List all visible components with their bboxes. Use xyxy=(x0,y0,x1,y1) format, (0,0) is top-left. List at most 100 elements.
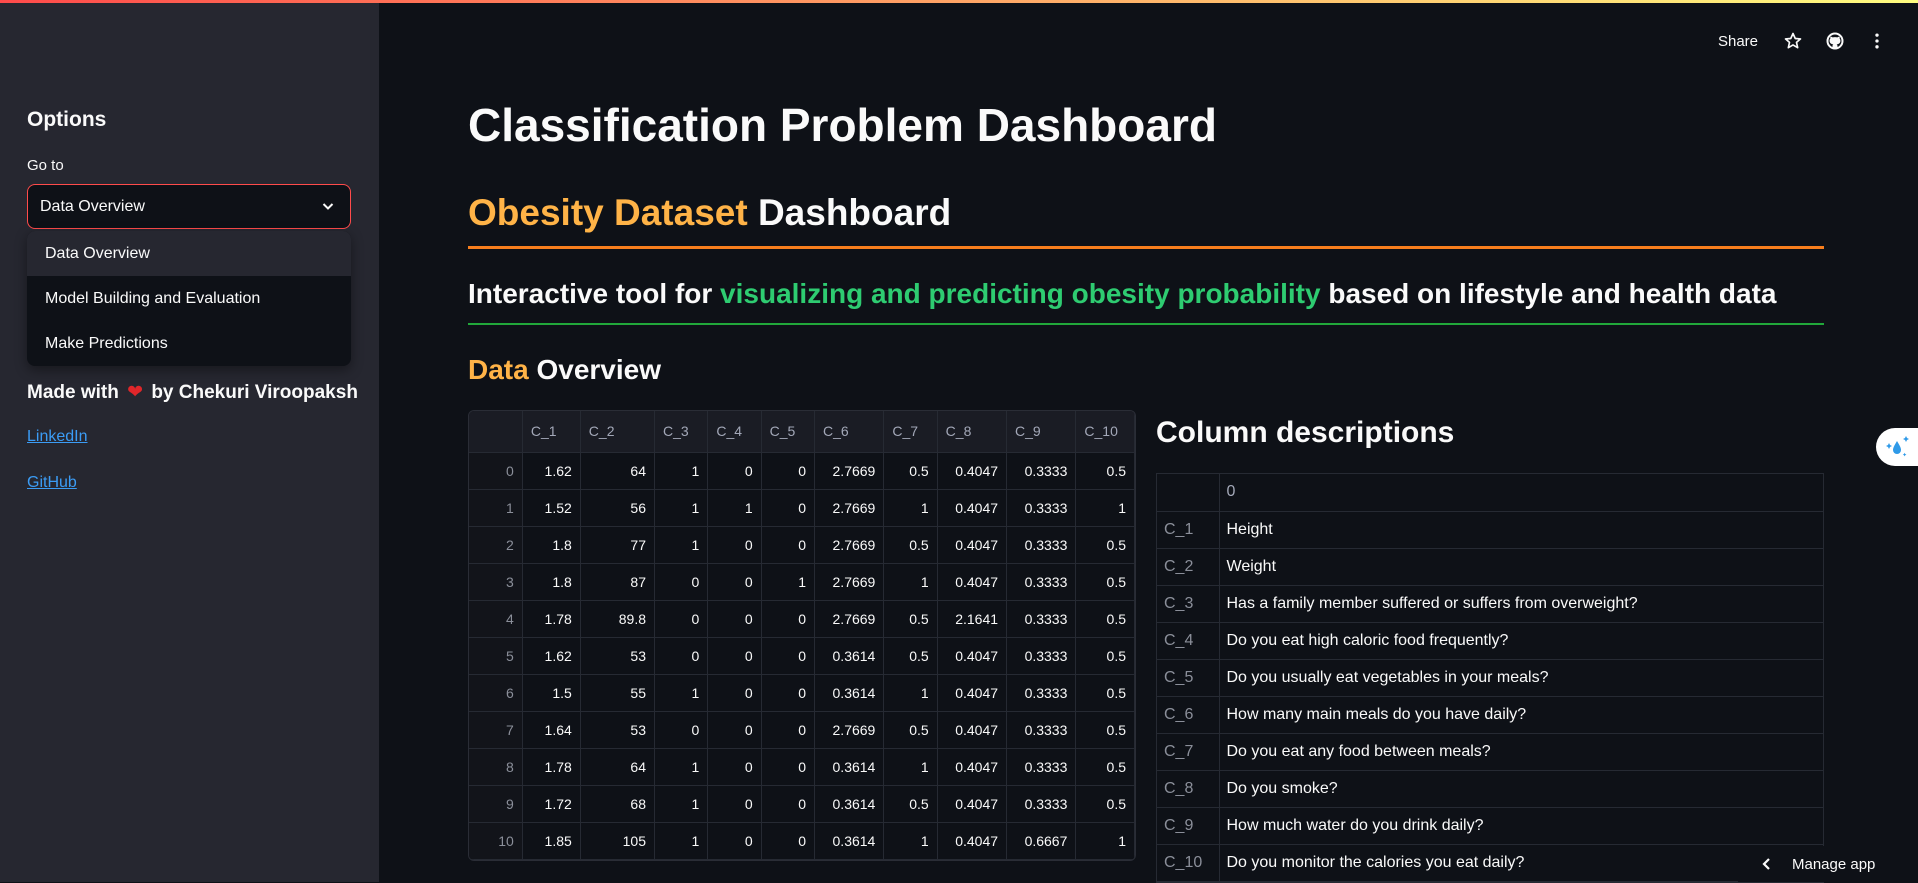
table-cell[interactable]: 0.3333 xyxy=(1007,674,1076,711)
table-cell[interactable]: 1 xyxy=(884,822,937,859)
table-cell[interactable]: 53 xyxy=(580,637,654,674)
share-button[interactable]: Share xyxy=(1718,33,1758,50)
index-header[interactable] xyxy=(469,411,522,452)
table-cell[interactable]: 1 xyxy=(884,489,937,526)
table-cell[interactable]: 105 xyxy=(580,822,654,859)
table-cell[interactable]: 1.64 xyxy=(522,711,580,748)
table-cell[interactable]: 0 xyxy=(708,563,761,600)
table-cell[interactable]: 0.4047 xyxy=(937,822,1006,859)
table-cell[interactable]: 0.4047 xyxy=(937,526,1006,563)
column-header[interactable]: C_7 xyxy=(884,411,937,452)
table-cell[interactable]: 0.5 xyxy=(884,526,937,563)
table-cell[interactable]: 1.62 xyxy=(522,637,580,674)
table-cell[interactable]: 1 xyxy=(761,563,814,600)
table-cell[interactable]: 1 xyxy=(708,489,761,526)
table-cell[interactable]: 0 xyxy=(761,785,814,822)
table-cell[interactable]: 0.5 xyxy=(884,711,937,748)
table-cell[interactable]: 1.85 xyxy=(522,822,580,859)
table-cell[interactable]: 0.3614 xyxy=(814,674,883,711)
table-cell[interactable]: 1 xyxy=(655,822,708,859)
table-cell[interactable]: 0.4047 xyxy=(937,489,1006,526)
table-cell[interactable]: 68 xyxy=(580,785,654,822)
table-cell[interactable]: 0.4047 xyxy=(937,785,1006,822)
table-cell[interactable]: 0 xyxy=(708,674,761,711)
table-cell[interactable]: 0 xyxy=(708,785,761,822)
table-cell[interactable]: 0.5 xyxy=(884,785,937,822)
page-select[interactable]: Data Overview xyxy=(27,184,351,229)
table-cell[interactable]: 0 xyxy=(708,822,761,859)
table-cell[interactable]: 2.7669 xyxy=(814,563,883,600)
table-cell[interactable]: 0.3333 xyxy=(1007,526,1076,563)
table-cell[interactable]: 1 xyxy=(884,563,937,600)
table-cell[interactable]: 1 xyxy=(655,489,708,526)
column-header[interactable]: C_6 xyxy=(814,411,883,452)
table-cell[interactable]: 0 xyxy=(655,637,708,674)
table-cell[interactable]: 0 xyxy=(761,637,814,674)
table-cell[interactable]: 0.4047 xyxy=(937,452,1006,489)
table-cell[interactable]: 1.72 xyxy=(522,785,580,822)
linkedin-link[interactable]: LinkedIn xyxy=(27,428,88,446)
table-cell[interactable]: 1.8 xyxy=(522,526,580,563)
table-cell[interactable]: 0.5 xyxy=(1076,452,1135,489)
table-cell[interactable]: 64 xyxy=(580,452,654,489)
table-cell[interactable]: 1.5 xyxy=(522,674,580,711)
table-cell[interactable]: 2.7669 xyxy=(814,600,883,637)
table-cell[interactable]: 2.7669 xyxy=(814,526,883,563)
table-cell[interactable]: 1 xyxy=(655,748,708,785)
table-cell[interactable]: 87 xyxy=(580,563,654,600)
table-cell[interactable]: 1 xyxy=(655,674,708,711)
table-cell[interactable]: 0.3333 xyxy=(1007,452,1076,489)
table-cell[interactable]: 0.5 xyxy=(1076,600,1135,637)
table-cell[interactable]: 0.5 xyxy=(1076,526,1135,563)
table-cell[interactable]: 0 xyxy=(761,489,814,526)
table-cell[interactable]: 1 xyxy=(1076,489,1135,526)
table-cell[interactable]: 0.3333 xyxy=(1007,637,1076,674)
table-cell[interactable]: 1.8 xyxy=(522,563,580,600)
table-cell[interactable]: 0 xyxy=(761,748,814,785)
table-cell[interactable]: 0 xyxy=(708,711,761,748)
table-cell[interactable]: 2.7669 xyxy=(814,711,883,748)
table-cell[interactable]: 0.3614 xyxy=(814,822,883,859)
sparkle-drop-widget[interactable] xyxy=(1876,428,1918,466)
table-cell[interactable]: 0.3614 xyxy=(814,785,883,822)
column-header[interactable]: C_9 xyxy=(1007,411,1076,452)
table-cell[interactable]: 0.5 xyxy=(884,452,937,489)
table-cell[interactable]: 0 xyxy=(708,526,761,563)
table-cell[interactable]: 1.78 xyxy=(522,748,580,785)
table-cell[interactable]: 0.4047 xyxy=(937,563,1006,600)
github-icon[interactable] xyxy=(1824,30,1846,52)
table-cell[interactable]: 0.4047 xyxy=(937,674,1006,711)
table-cell[interactable]: 0 xyxy=(655,563,708,600)
table-cell[interactable]: 0 xyxy=(655,600,708,637)
table-cell[interactable]: 1 xyxy=(655,452,708,489)
table-cell[interactable]: 0 xyxy=(761,674,814,711)
table-cell[interactable]: 0.3333 xyxy=(1007,563,1076,600)
table-cell[interactable]: 0.3333 xyxy=(1007,748,1076,785)
column-header[interactable]: C_2 xyxy=(580,411,654,452)
manage-app-button[interactable]: Manage app xyxy=(1738,846,1918,882)
column-descriptions-table[interactable]: 0C_1HeightC_2WeightC_3Has a family membe… xyxy=(1156,473,1824,883)
table-cell[interactable]: 0 xyxy=(708,452,761,489)
column-header[interactable]: C_5 xyxy=(761,411,814,452)
table-cell[interactable]: 1 xyxy=(1076,822,1135,859)
table-cell[interactable]: 0.6667 xyxy=(1007,822,1076,859)
table-cell[interactable]: 0.5 xyxy=(1076,711,1135,748)
table-cell[interactable]: 1.62 xyxy=(522,452,580,489)
table-cell[interactable]: 0.5 xyxy=(1076,674,1135,711)
table-cell[interactable]: 0.3333 xyxy=(1007,600,1076,637)
table-cell[interactable]: 0.3614 xyxy=(814,748,883,785)
table-cell[interactable]: 0.4047 xyxy=(937,748,1006,785)
table-cell[interactable]: 0.5 xyxy=(884,600,937,637)
table-cell[interactable]: 0 xyxy=(761,526,814,563)
table-cell[interactable]: 0 xyxy=(761,452,814,489)
data-table[interactable]: C_1C_2C_3C_4C_5C_6C_7C_8C_9C_10 01.62641… xyxy=(468,410,1136,861)
table-cell[interactable]: 53 xyxy=(580,711,654,748)
option-make-predictions[interactable]: Make Predictions xyxy=(27,321,351,366)
table-cell[interactable]: 0.4047 xyxy=(937,711,1006,748)
table-cell[interactable]: 0 xyxy=(708,637,761,674)
table-cell[interactable]: 64 xyxy=(580,748,654,785)
table-cell[interactable]: 0.5 xyxy=(1076,637,1135,674)
table-cell[interactable]: 0.3614 xyxy=(814,637,883,674)
table-cell[interactable]: 0 xyxy=(655,711,708,748)
table-cell[interactable]: 0 xyxy=(761,822,814,859)
